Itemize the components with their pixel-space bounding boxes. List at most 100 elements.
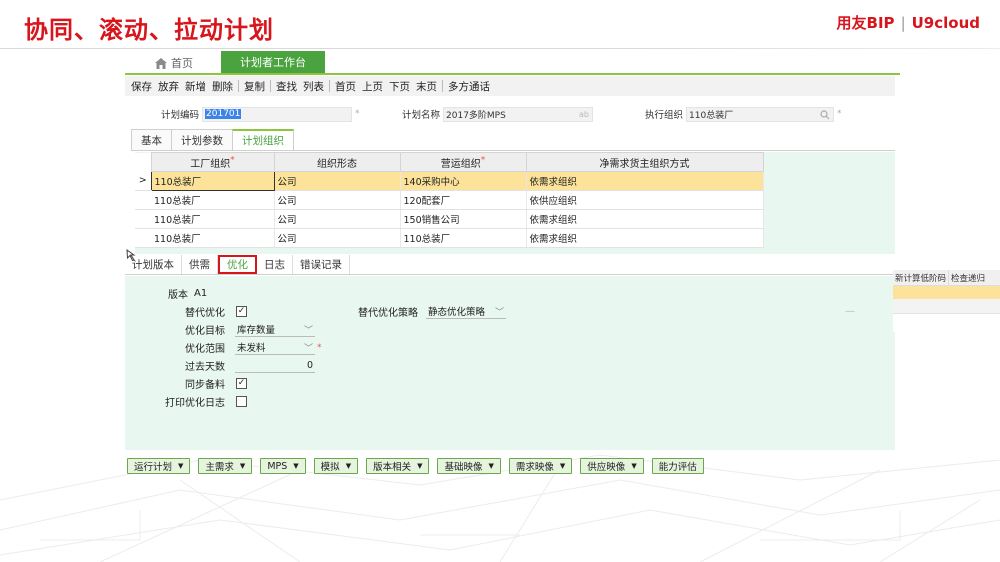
plan-code-value: 201701 <box>205 109 242 119</box>
action-button-label: 版本相关 <box>373 462 412 473</box>
search-icon[interactable] <box>820 109 830 120</box>
version-row: 版本 A1 <box>168 286 207 301</box>
toolbar-divider <box>442 80 443 92</box>
action-button-label: MPS <box>267 460 288 472</box>
sync-checkbox[interactable]: ✓ <box>236 378 247 389</box>
table-row[interactable]: 110总装厂 公司 150销售公司 依需求组织 <box>135 209 764 229</box>
subtab[interactable]: 计划组织 <box>232 129 294 150</box>
toolbar-button[interactable]: 多方通话 <box>445 79 493 94</box>
past-days-input[interactable]: 0 <box>235 359 315 373</box>
column-header-label: 组织形态 <box>317 158 357 170</box>
alt-opt-label: 替代优化 <box>185 308 225 319</box>
table-cell[interactable]: 依需求组织 <box>526 209 764 229</box>
past-days-row: 过去天数 0 <box>180 358 315 373</box>
toolbar-button[interactable]: 首页 <box>332 79 359 94</box>
toolbar-button[interactable]: 删除 <box>209 79 236 94</box>
table-cell[interactable]: 依供应组织 <box>526 190 764 210</box>
grid-column-header[interactable]: 营运组织* <box>399 152 527 172</box>
lower-tab[interactable]: 优化 <box>218 255 257 274</box>
alt-strategy-label: 替代优化策略 <box>358 308 418 319</box>
table-cell[interactable]: 公司 <box>274 228 401 248</box>
right-partial-row[interactable] <box>893 299 1000 314</box>
table-row[interactable]: 110总装厂 公司 110总装厂 依需求组织 <box>135 228 764 248</box>
scope-select[interactable]: 未发料 ﹀ <box>235 341 315 355</box>
scope-required-marker: * <box>317 342 322 353</box>
action-button[interactable]: 版本相关 ▼ <box>366 458 430 474</box>
toolbar-button[interactable]: 复制 <box>241 79 268 94</box>
caret-down-icon: ▼ <box>178 462 184 470</box>
table-cell[interactable]: 公司 <box>274 190 401 210</box>
table-cell[interactable]: 公司 <box>274 209 401 229</box>
multilang-icon[interactable]: ab <box>579 110 589 119</box>
table-cell[interactable]: 依需求组织 <box>526 171 764 191</box>
table-cell[interactable]: 150销售公司 <box>400 209 527 229</box>
table-cell[interactable]: 依需求组织 <box>526 228 764 248</box>
table-row[interactable]: 110总装厂 公司 120配套厂 依供应组织 <box>135 190 764 210</box>
toolbar-button[interactable]: 上页 <box>359 79 386 94</box>
action-button-label: 基础映像 <box>444 462 483 473</box>
toolbar-divider <box>270 80 271 92</box>
alt-strategy-value: 静态优化策略 <box>428 307 486 318</box>
subtab[interactable]: 计划参数 <box>171 129 233 150</box>
bottom-action-bar: 运行计划 ▼ 主需求 ▼ MPS ▼ 模拟 ▼ 版本相关 ▼ 基础映像 ▼ 需求映像 ▼ 供应映像 ▼ 能力评估 <box>127 458 704 474</box>
plan-name-row: 计划名称 2017多阶MPS ab <box>402 105 594 123</box>
action-button-label: 需求映像 <box>515 462 554 473</box>
tab-planner-workbench[interactable]: 计划者工作台 <box>221 51 325 73</box>
table-cell[interactable]: 110总装厂 <box>150 171 275 191</box>
toolbar-button[interactable]: 下页 <box>386 79 413 94</box>
home-icon <box>155 57 167 69</box>
action-button[interactable]: 供应映像 ▼ <box>580 458 644 474</box>
caret-down-icon: ▼ <box>345 462 352 470</box>
table-cell[interactable]: 110总装厂 <box>151 190 275 210</box>
table-cell[interactable]: 140采购中心 <box>400 171 527 191</box>
print-log-label: 打印优化日志 <box>165 398 225 409</box>
tab-home[interactable]: 首页 <box>155 53 193 73</box>
toolbar-button[interactable]: 保存 <box>128 79 155 94</box>
action-button[interactable]: 基础映像 ▼ <box>437 458 501 474</box>
lower-tab[interactable]: 错误记录 <box>293 255 350 274</box>
table-cell[interactable]: 110总装厂 <box>400 228 527 248</box>
table-cell[interactable]: 120配套厂 <box>400 190 527 210</box>
toolbar-button[interactable]: 末页 <box>413 79 440 94</box>
slide: 协同、滚动、拉动计划 用友BIP | U9cloud 首页 计划者工作台 保存放… <box>0 0 1000 562</box>
action-button[interactable]: MPS ▼ <box>260 458 306 474</box>
action-button[interactable]: 模拟 ▼ <box>313 458 359 474</box>
version-value: A1 <box>194 288 208 299</box>
plan-name-input[interactable]: 2017多阶MPS ab <box>443 106 594 122</box>
grid-column-header[interactable]: 净需求货主组织方式 <box>525 152 764 172</box>
org-grid: 工厂组织* 组织形态 营运组织* 净需求货主组织方式 >110总装厂 公司 140采购中心… <box>135 152 764 248</box>
lower-tabs: 计划版本 供需 优化 日志 错误记录 <box>125 255 900 275</box>
toolbar-button[interactable]: 新增 <box>182 79 209 94</box>
exec-org-input[interactable]: 110总装厂 <box>686 106 835 122</box>
lower-tab[interactable]: 供需 <box>182 255 218 274</box>
alt-opt-checkbox[interactable]: ✓ <box>236 306 247 317</box>
target-select[interactable]: 库存数量 ﹀ <box>235 323 315 337</box>
print-log-checkbox[interactable] <box>236 396 247 407</box>
alt-strategy-select[interactable]: 静态优化策略 ﹀ <box>426 305 506 319</box>
row-marker: > <box>135 171 151 191</box>
plan-code-input[interactable]: 201701 <box>202 106 353 122</box>
table-cell[interactable]: 110总装厂 <box>151 228 275 248</box>
action-button[interactable]: 主需求 ▼ <box>198 458 253 474</box>
version-label: 版本 <box>168 290 188 301</box>
action-button[interactable]: 运行计划 ▼ <box>127 458 191 474</box>
grid-column-header[interactable]: 组织形态 <box>273 152 401 172</box>
caret-down-icon: ▼ <box>559 462 566 470</box>
action-button[interactable]: 能力评估 <box>651 458 704 474</box>
action-button-label: 能力评估 <box>658 462 697 473</box>
table-row[interactable]: >110总装厂 公司 140采购中心 依需求组织 <box>135 171 764 191</box>
target-label: 优化目标 <box>185 326 225 337</box>
toolbar-button[interactable]: 列表 <box>300 79 327 94</box>
toolbar-button[interactable]: 放弃 <box>155 79 182 94</box>
table-cell[interactable]: 110总装厂 <box>151 209 275 229</box>
action-button[interactable]: 需求映像 ▼ <box>508 458 573 474</box>
table-cell[interactable]: 公司 <box>274 171 401 191</box>
toolbar-button[interactable]: 查找 <box>273 79 300 94</box>
subtab[interactable]: 基本 <box>131 129 172 150</box>
brand-name: 用友BIP <box>836 14 895 32</box>
chevron-down-icon: ﹀ <box>303 343 313 354</box>
lower-tab[interactable]: 日志 <box>257 255 293 274</box>
right-partial-row[interactable] <box>893 286 1000 299</box>
toolbar-divider <box>238 80 239 92</box>
grid-column-header[interactable]: 工厂组织* <box>150 152 275 172</box>
